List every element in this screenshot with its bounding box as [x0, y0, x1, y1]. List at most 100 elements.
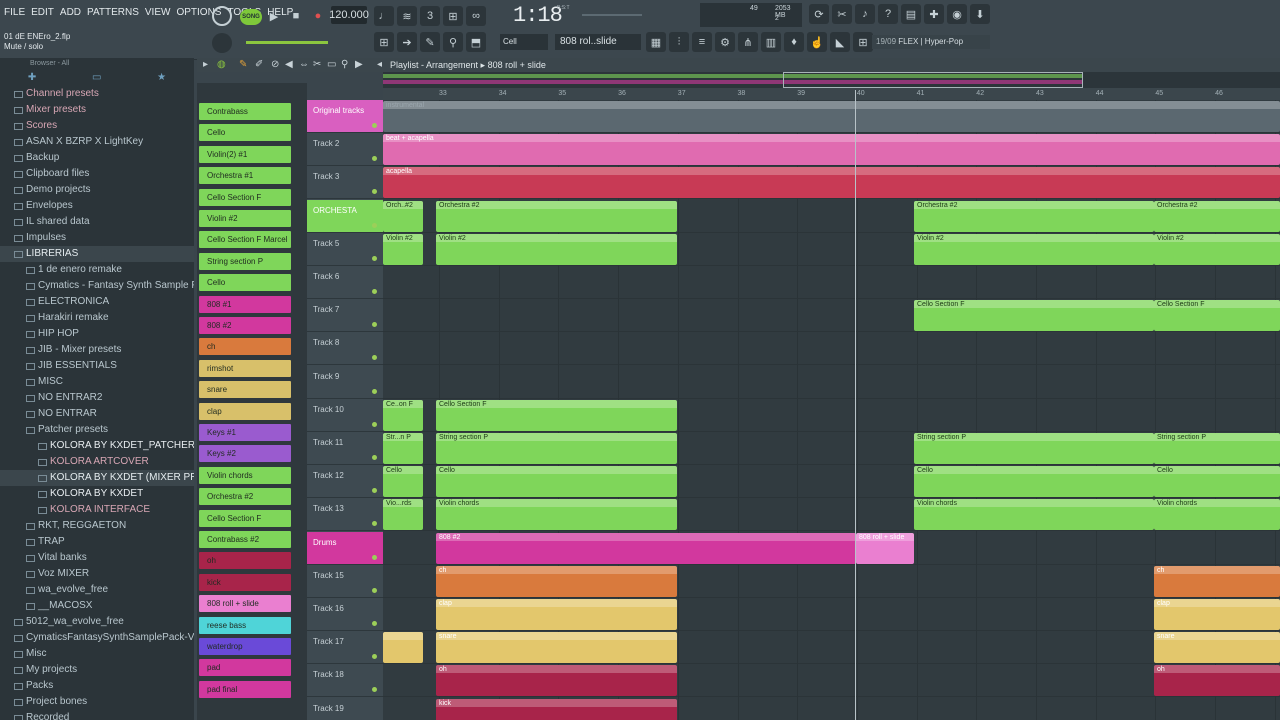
timeline-ruler[interactable]: 33 34 35 36 37 38 39 40 41 42 43 44 45 46 [383, 88, 1280, 100]
save-icon[interactable]: ▤ [901, 4, 921, 24]
track-header[interactable]: Track 7 [307, 299, 383, 333]
browser-item[interactable]: Impulses [0, 230, 194, 246]
browser-item[interactable]: Clipboard files [0, 166, 194, 182]
track-header[interactable]: Drums [307, 531, 383, 565]
track-mute-led[interactable] [372, 355, 377, 361]
browser-item[interactable]: ASAN X BZRP X LightKey [0, 134, 194, 150]
browser-item[interactable]: Recorded [0, 710, 194, 720]
playlist-clip[interactable]: acapella [383, 167, 1280, 199]
browser-item[interactable]: NO ENTRAR [0, 406, 194, 422]
paint-tool-icon[interactable]: ✐ [255, 59, 263, 70]
playlist-clip[interactable]: Violin #2 [383, 233, 423, 265]
master-level-slider[interactable] [246, 41, 328, 44]
arrow-icon[interactable]: ➔ [397, 32, 417, 52]
track-header[interactable]: Track 2 [307, 133, 383, 167]
play-button[interactable]: ▶ [264, 6, 284, 26]
browser-item[interactable]: KOLORA BY KXDET_PATCHER PRESET) [0, 438, 194, 454]
playlist-clip[interactable]: Cello [436, 466, 677, 498]
playlist-clip[interactable]: Cello Section F [1154, 300, 1280, 332]
track-header[interactable]: Track 19 [307, 698, 383, 720]
track-mute-led[interactable] [372, 189, 377, 195]
browser-item[interactable]: Harakiri remake [0, 310, 194, 326]
track-mute-led[interactable] [372, 421, 377, 427]
download-icon[interactable]: ⬇ [970, 4, 990, 24]
browser-item[interactable]: Voz MIXER [0, 566, 194, 582]
metronome-icon[interactable]: ♩ [374, 6, 394, 26]
track-mute-led[interactable] [372, 222, 377, 228]
browser-item[interactable]: Packs [0, 678, 194, 694]
track-header[interactable]: Track 18 [307, 664, 383, 698]
playlist-clip[interactable]: Ce..on F [383, 399, 423, 431]
channel-button[interactable]: Keys #2 [199, 445, 291, 463]
slice-tool-icon[interactable]: ✂ [313, 59, 321, 70]
channel-rack-icon[interactable]: ⫶ [669, 32, 689, 52]
browser-item[interactable]: Envelopes [0, 198, 194, 214]
pattern-song-toggle-icon[interactable] [212, 6, 232, 26]
channel-button[interactable]: String section P [199, 252, 291, 270]
browser-item[interactable]: MISC [0, 374, 194, 390]
track-mute-led[interactable] [372, 156, 377, 162]
track-header[interactable]: Track 11 [307, 432, 383, 465]
playlist-clip[interactable]: clap [436, 599, 677, 630]
step-edit-icon[interactable]: ⊞ [443, 6, 463, 26]
playlist-icon[interactable]: ≡ [692, 32, 712, 52]
track-header[interactable]: Track 9 [307, 366, 383, 399]
playlist-clip[interactable]: 808 #2 [436, 532, 856, 564]
plugin-database-icon[interactable]: ♦ [784, 32, 804, 52]
record-button[interactable]: ● [308, 6, 328, 26]
master-volume-slider[interactable] [582, 14, 642, 16]
track-mute-led[interactable] [372, 322, 377, 328]
browser-item[interactable]: Cymatics - Fantasy Synth Sample Pack [0, 278, 194, 294]
playlist-clip[interactable]: Cello Section F [914, 300, 1154, 332]
browser-item[interactable]: Demo projects [0, 182, 194, 198]
browser-item[interactable]: RKT, REGGAETON [0, 518, 194, 534]
time-display[interactable]: 1:18 [513, 3, 563, 28]
playlist-clip[interactable]: Violin #2 [1154, 233, 1280, 265]
playlist-clip[interactable]: Violin #2 [914, 233, 1154, 265]
browser-item[interactable]: KOLORA INTERFACE [0, 502, 194, 518]
track-header[interactable]: Track 12 [307, 465, 383, 499]
touch-icon[interactable]: ☝ [807, 32, 827, 52]
chat-icon[interactable]: ◉ [947, 4, 967, 24]
browser-icon[interactable]: ▥ [761, 32, 781, 52]
menu-view[interactable]: VIEW [145, 7, 171, 18]
playlist-clip[interactable]: ch [436, 565, 677, 597]
track-mute-led[interactable] [372, 455, 377, 460]
channel-button[interactable]: Violin(2) #1 [199, 145, 291, 163]
playlist-clip[interactable]: 808 roll + slide [856, 532, 914, 564]
browser-item[interactable]: NO ENTRAR2 [0, 390, 194, 406]
browser-item[interactable]: Mixer presets [0, 102, 194, 118]
browser-header[interactable]: Browser - All [0, 58, 194, 72]
browser-item[interactable]: My projects [0, 662, 194, 678]
playlist-clip[interactable]: instrumental [383, 101, 1280, 132]
browser-item[interactable]: Scores [0, 118, 194, 134]
pattern-arrow-icon[interactable]: ◂ [377, 59, 382, 70]
cart-icon[interactable]: ⊞ [853, 32, 873, 52]
channel-button[interactable]: snare [199, 381, 291, 399]
playlist-clip[interactable]: Violin chords [1154, 499, 1280, 531]
browser-item[interactable]: wa_evolve_free [0, 582, 194, 598]
menu-patterns[interactable]: PATTERNS [87, 7, 139, 18]
cut-icon[interactable]: ✂ [832, 4, 852, 24]
browser-item[interactable]: Misc [0, 646, 194, 662]
channel-button[interactable]: Cello Section F Marcel [199, 231, 291, 249]
master-pitch-knob[interactable] [212, 33, 232, 53]
browser-item[interactable]: KOLORA BY KXDET [0, 486, 194, 502]
channel-button[interactable]: rimshot [199, 359, 291, 377]
track-lane[interactable] [383, 332, 1280, 366]
channel-button[interactable]: Violin #2 [199, 210, 291, 227]
playlist-clip[interactable]: Cello Section F [436, 399, 677, 431]
track-lane[interactable] [383, 266, 1280, 299]
menu-add[interactable]: ADD [60, 7, 81, 18]
pencil-icon[interactable]: ✎ [420, 32, 440, 52]
track-mute-led[interactable] [372, 521, 377, 527]
song-mode-button[interactable]: SONG [240, 9, 262, 25]
tempo-tapper-icon[interactable]: ⋔ [738, 32, 758, 52]
browser-item[interactable]: Channel presets [0, 86, 194, 102]
track-mute-led[interactable] [372, 587, 377, 593]
track-header[interactable]: Track 15 [307, 565, 383, 598]
channel-button[interactable]: pad final [199, 680, 291, 698]
playlist-overview[interactable] [383, 72, 1280, 88]
channel-button[interactable]: ch [199, 338, 291, 356]
playlist-clip[interactable]: ch [1154, 565, 1280, 597]
